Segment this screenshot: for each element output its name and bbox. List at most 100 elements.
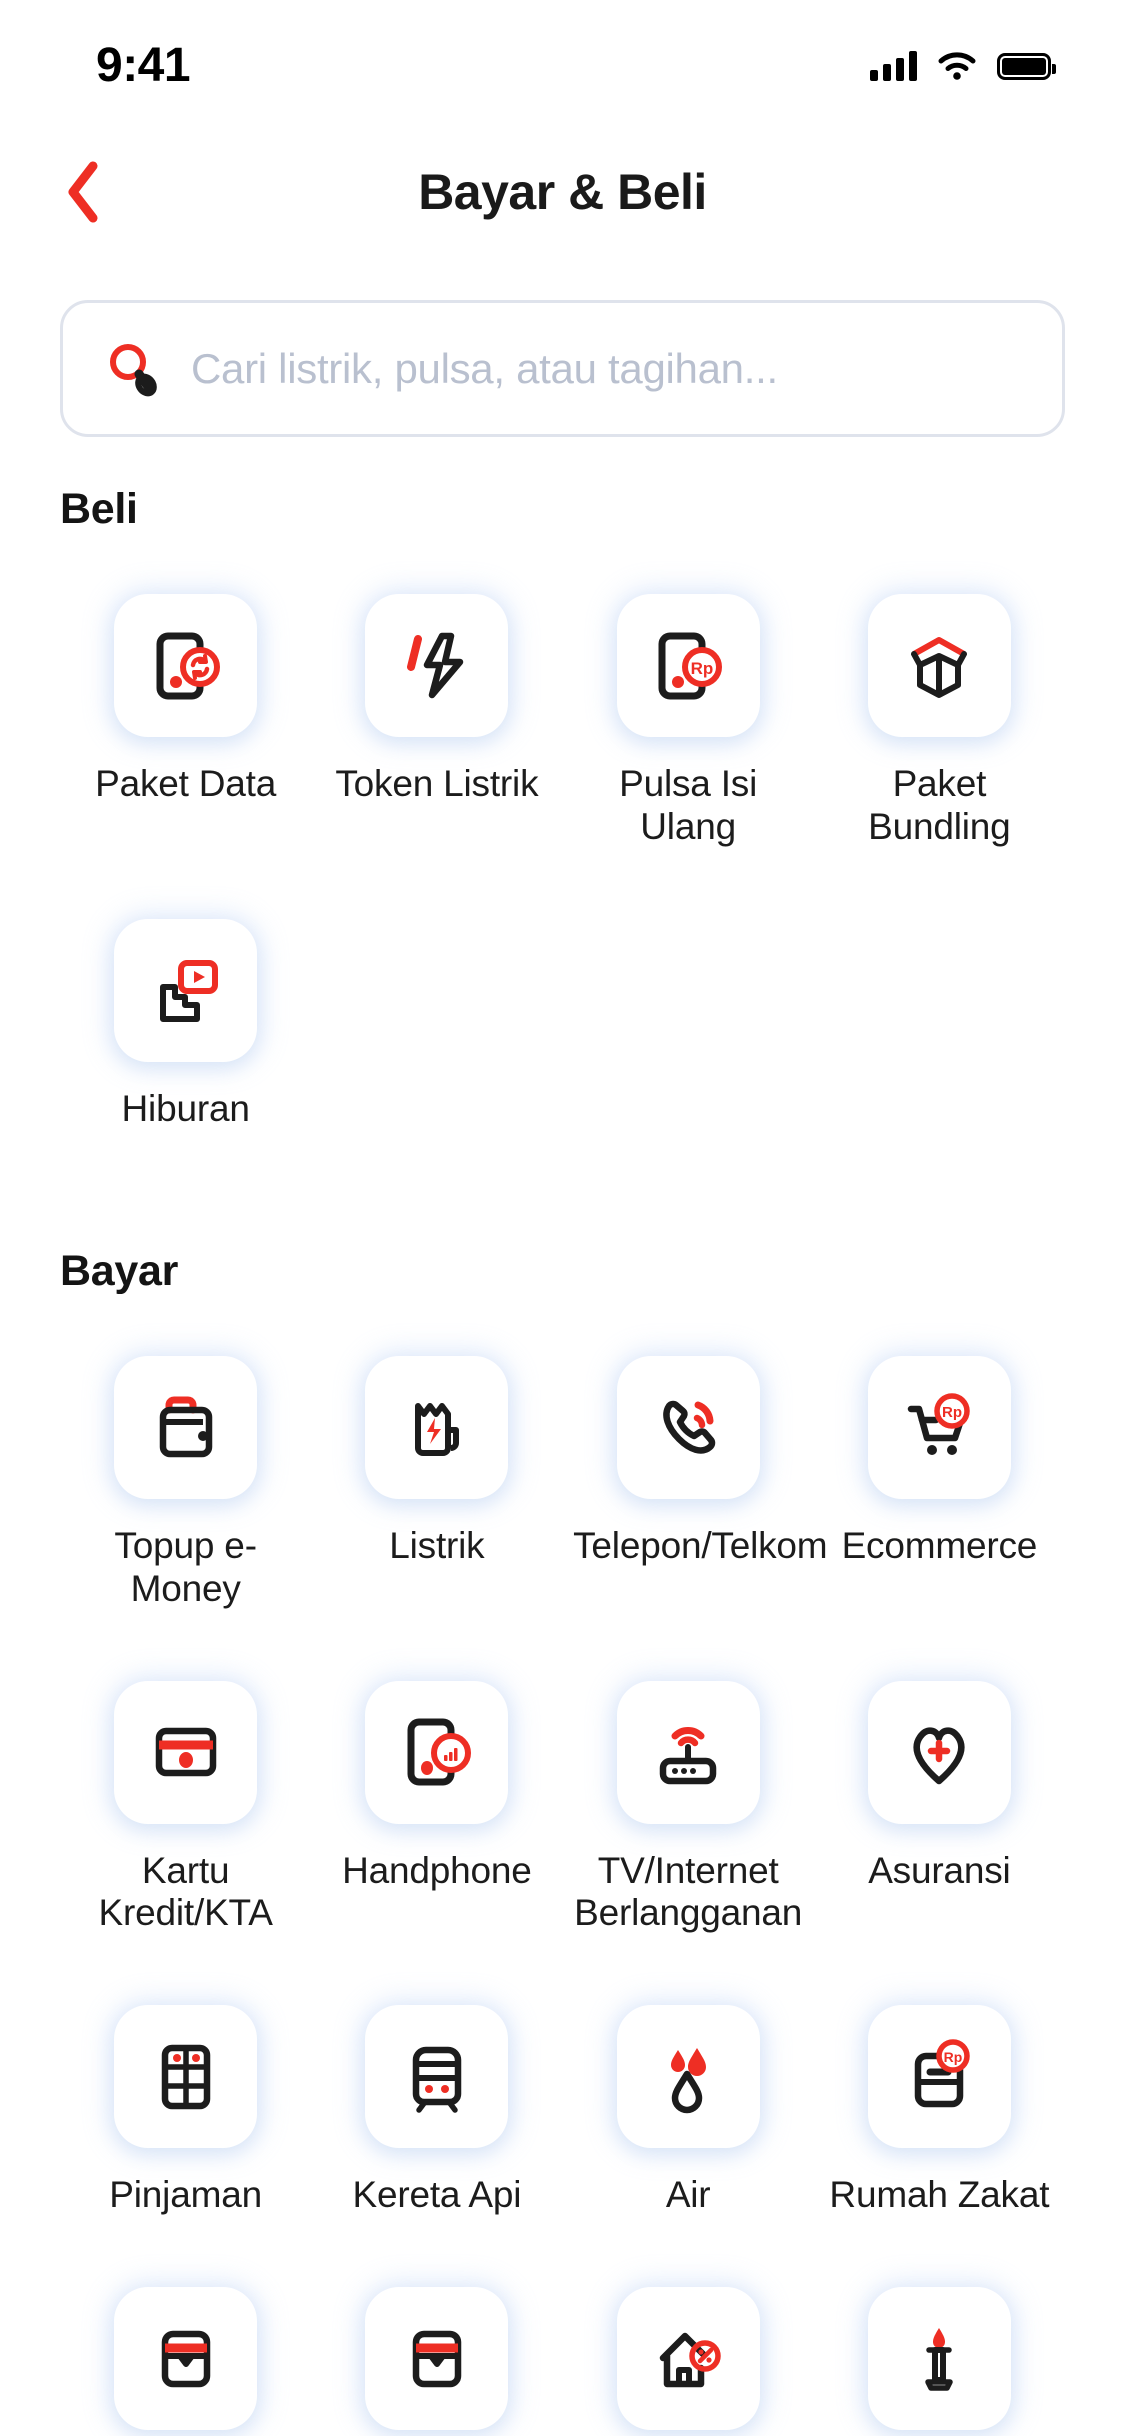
grid-item-tv-internet[interactable]: TV/Internet Berlangganan [563, 1659, 814, 1936]
status-icons-group [870, 51, 1056, 81]
search-input[interactable]: Cari listrik, pulsa, atau tagihan... [191, 345, 778, 393]
grid-item-air[interactable]: Air [563, 1983, 814, 2217]
phone-rupiah-icon: Rp [658, 632, 723, 699]
grid-item-token-listrik[interactable]: Token Listrik [311, 572, 562, 849]
open-box-icon [911, 636, 968, 698]
virtual-account-icon [161, 2330, 210, 2387]
tile: Rp [867, 1355, 1011, 1499]
grid-item-label: Handphone [342, 1849, 532, 1891]
section-title-beli: Beli [60, 485, 138, 533]
section-bayar: Bayar Topup e-Money Listrik Telepon/Telk… [0, 1247, 1125, 2436]
grid-item-label: Pulsa Isi Ulang [619, 763, 758, 847]
tile [616, 1355, 760, 1499]
svg-text:Rp: Rp [944, 2049, 963, 2065]
grid-item-label: Topup e-Money [114, 1524, 257, 1609]
beli-grid: Paket Data Token Listrik Rp Pulsa Isi Ul… [60, 572, 1065, 1131]
grid-item-topup-emoney[interactable]: Topup e-Money [60, 1334, 311, 1611]
search-section: Cari listrik, pulsa, atau tagihan... [0, 252, 1125, 437]
grid-item-label: Listrik [389, 1524, 485, 1566]
phone-data-refresh-icon [156, 632, 220, 699]
grid-item-label: Kereta Api [352, 2174, 522, 2216]
tile [867, 594, 1011, 737]
wifi-icon [938, 52, 976, 80]
app-screen: 9:41 Bayar & Beli Cari listrik, pulsa, a… [0, 0, 1125, 2436]
grid-item-pinjaman[interactable]: Pinjaman [60, 1983, 311, 2217]
grid-item-label: Pinjaman [109, 2174, 262, 2216]
heart-plus-icon [913, 1727, 965, 1785]
chevron-left-icon [68, 161, 98, 223]
tile [365, 594, 509, 737]
svg-text:Rp: Rp [942, 1404, 962, 1421]
tile [616, 1680, 760, 1824]
phone-ringing-icon [663, 1401, 716, 1454]
tile [114, 594, 258, 737]
wallet-icon [159, 1396, 212, 1458]
tile: Rp [867, 2005, 1011, 2149]
grid-item-label: Paket Bundling [868, 763, 1011, 847]
grid-item-ecommerce[interactable]: Rp Ecommerce [814, 1334, 1065, 1611]
housing-account-icon [412, 2330, 462, 2387]
back-button[interactable] [48, 157, 118, 227]
grid-item-label: Token Listrik [335, 763, 539, 804]
search-icon [110, 343, 157, 396]
tile [365, 2005, 509, 2149]
tile [114, 2287, 258, 2431]
section-title-bayar: Bayar [60, 1246, 179, 1295]
page-title: Bayar & Beli [418, 164, 707, 220]
page-header: Bayar & Beli [0, 132, 1125, 252]
status-bar: 9:41 [0, 0, 1125, 132]
mobile-signal-icon [407, 1718, 471, 1786]
status-time: 9:41 [96, 39, 191, 92]
tile [114, 1680, 258, 1824]
grid-item-label: Hiburan [121, 1087, 250, 1129]
grid-item-label: Kartu Kredit/KTA [98, 1849, 273, 1934]
building-windows-icon [161, 2044, 210, 2110]
house-percent-icon [659, 2332, 721, 2387]
section-beli: Beli Paket Data Token Listrik Rp Pulsa I… [0, 485, 1125, 1131]
lightning-bolt-icon [406, 632, 464, 698]
grid-item-paket-bundling[interactable]: Paket Bundling [814, 572, 1065, 849]
monas-monument-icon [925, 2327, 954, 2391]
bayar-grid: Topup e-Money Listrik Telepon/Telkom Rp … [60, 1334, 1065, 2436]
grid-item-perumahan[interactable]: Perumahan [311, 2265, 562, 2436]
search-bar[interactable]: Cari listrik, pulsa, atau tagihan... [60, 300, 1065, 437]
tile [365, 2287, 509, 2431]
grid-item-pajak-dki[interactable]: Pajak DKI [814, 2265, 1065, 2436]
tile [114, 2005, 258, 2149]
grid-item-label: Asuransi [868, 1849, 1011, 1891]
shopping-cart-rupiah-icon: Rp [908, 1393, 971, 1456]
grid-item-label: Ecommerce [841, 1524, 1038, 1566]
router-wifi-icon [659, 1727, 717, 1785]
svg-text:Rp: Rp [691, 659, 714, 678]
tile [365, 1680, 509, 1824]
tile: Rp [616, 594, 760, 737]
tile [616, 2287, 760, 2431]
grid-item-label: Telepon/Telkom [573, 1524, 828, 1566]
grid-item-hiburan[interactable]: Hiburan [60, 897, 311, 1131]
grid-item-handphone[interactable]: Handphone [311, 1659, 562, 1936]
grid-item-telepon-telkom[interactable]: Telepon/Telkom [563, 1334, 828, 1611]
tile [616, 2005, 760, 2149]
tile [867, 1680, 1011, 1824]
grid-item-kereta-api[interactable]: Kereta Api [311, 1983, 562, 2217]
train-icon [412, 2046, 462, 2113]
cellular-signal-icon [870, 51, 917, 81]
grid-item-kartu-kredit-kta[interactable]: Kartu Kredit/KTA [60, 1659, 311, 1936]
grid-item-listrik[interactable]: Listrik [311, 1334, 562, 1611]
grid-item-paket-data[interactable]: Paket Data [60, 572, 311, 849]
tile [114, 1355, 258, 1499]
tile [365, 1355, 509, 1499]
grid-item-rumah-zakat[interactable]: Rp Rumah Zakat [814, 1983, 1065, 2217]
tile [867, 2287, 1011, 2431]
grid-item-label: Air [665, 2174, 711, 2216]
grid-item-asuransi[interactable]: Asuransi [814, 1659, 1065, 1936]
grid-item-pulsa-isi-ulang[interactable]: Rp Pulsa Isi Ulang [563, 572, 814, 849]
water-drops-icon [671, 2047, 707, 2114]
credit-card-icon [155, 1727, 216, 1777]
grid-item-pbb[interactable]: PBB [563, 2265, 814, 2436]
battery-full-icon [997, 52, 1056, 80]
grid-item-label: TV/Internet Berlangganan [574, 1849, 803, 1934]
tile [114, 918, 258, 1062]
grid-item-virtual[interactable]: Virtual [60, 2265, 311, 2436]
grid-item-label: Paket Data [95, 763, 277, 804]
